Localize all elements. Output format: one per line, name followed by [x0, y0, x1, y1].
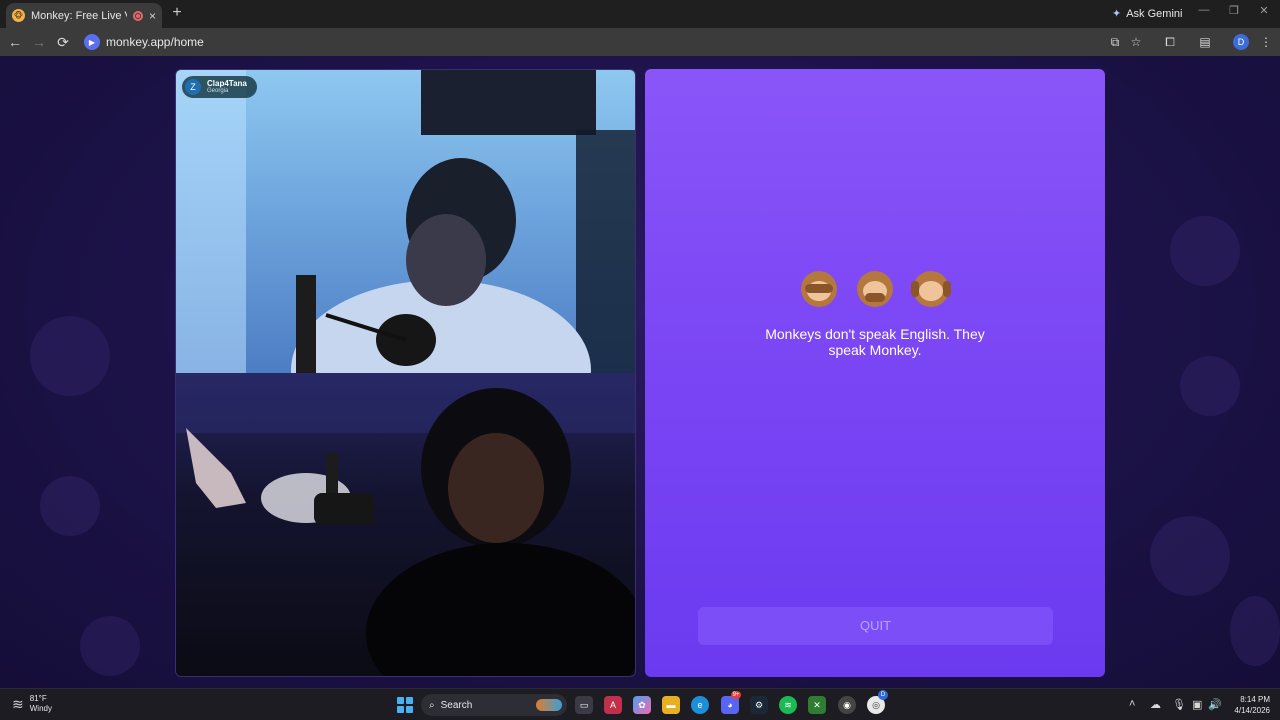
background-monkey-pattern [80, 616, 140, 676]
volume-icon[interactable]: 🔊 [1208, 698, 1222, 711]
taskbar-search[interactable]: ⌕ Search [421, 694, 567, 716]
background-monkey-pattern [30, 316, 110, 396]
cast-icon[interactable]: ⧉ [1107, 34, 1123, 50]
video-panel: Z Clap4Tana Georgia [175, 69, 636, 677]
bookmark-star-icon[interactable]: ☆ [1128, 34, 1144, 50]
chat-panel: Monkeys don't speak English. They speak … [645, 69, 1105, 677]
ask-gemini-label: Ask Gemini [1126, 7, 1183, 20]
peer-avatar: Z [185, 79, 201, 95]
chat-message: Monkeys don't speak English. They speak … [765, 326, 985, 358]
microphone-icon[interactable]: 🎙 [1172, 698, 1186, 711]
close-tab-icon[interactable]: × [149, 9, 156, 23]
local-video-frame [176, 373, 635, 676]
system-clock[interactable]: 8:14 PM 4/14/2026 [1228, 694, 1270, 716]
ask-gemini-button[interactable]: ✦ Ask Gemini [1104, 4, 1190, 23]
steam-icon[interactable]: ⚙ [750, 696, 768, 714]
affinity-app-icon[interactable]: A [604, 696, 622, 714]
back-button[interactable]: ← [6, 33, 24, 51]
hear-no-evil-monkey-icon [911, 269, 951, 309]
tray-overflow-icon[interactable]: ˄ [1129, 698, 1135, 710]
edge-icon[interactable]: e [691, 696, 709, 714]
quit-button[interactable]: QUIT [698, 607, 1053, 645]
reload-button[interactable]: ⟳ [54, 33, 72, 51]
new-tab-button[interactable]: + [168, 4, 186, 22]
browser-tab-strip: 🐵 Monkey: Free Live Video Chat × + ✦ Ask… [0, 0, 1280, 28]
windows-start-button[interactable] [397, 697, 413, 713]
monkey-app-page: Z Clap4Tana Georgia Monkeys don't speak … [0, 56, 1280, 688]
background-monkey-pattern [40, 476, 100, 536]
browser-toolbar: ← → ⟳ ▶ monkey.app/home ⧉ ☆ ⧠ ▤ D ⋮ [0, 28, 1280, 56]
copilot-icon[interactable]: ✿ [633, 696, 651, 714]
browser-menu-icon[interactable]: ⋮ [1258, 34, 1274, 50]
wind-icon: ≋ [12, 695, 24, 712]
background-monkey-pattern [1150, 516, 1230, 596]
address-bar[interactable]: ▶ monkey.app/home [80, 31, 1080, 53]
search-label: Search [440, 699, 473, 711]
extensions-icon[interactable]: ⧠ [1162, 34, 1178, 50]
clock-date: 4/14/2026 [1234, 706, 1270, 715]
xbox-icon[interactable]: ✕ [808, 696, 826, 714]
restore-window-button[interactable]: ❐ [1226, 4, 1242, 17]
recording-indicator-icon [132, 10, 143, 21]
spotify-icon[interactable]: ≋ [779, 696, 797, 714]
weather-widget[interactable]: ≋ 81°F Windy [12, 694, 52, 714]
minimize-window-button[interactable]: — [1196, 4, 1212, 16]
background-monkey-pattern [1180, 356, 1240, 416]
url-text: monkey.app/home [106, 35, 204, 49]
chrome-profile-badge: D [878, 690, 888, 700]
forward-button[interactable]: → [30, 33, 48, 51]
site-info-icon[interactable]: ▶ [84, 34, 100, 50]
obs-icon[interactable]: ◉ [838, 696, 856, 714]
close-window-button[interactable]: ✕ [1256, 4, 1272, 17]
background-monkey-pattern [1170, 216, 1240, 286]
weather-description: Windy [29, 704, 52, 713]
onedrive-icon[interactable]: ☁ [1150, 698, 1161, 711]
weather-temperature: 81°F [29, 694, 47, 703]
tab-title: Monkey: Free Live Video Chat [31, 9, 127, 22]
task-view-icon[interactable]: ▭ [575, 696, 593, 714]
search-highlight-art [536, 699, 562, 711]
peer-location: Georgia [207, 88, 229, 94]
remote-video-frame [176, 70, 635, 373]
browser-tab-active[interactable]: 🐵 Monkey: Free Live Video Chat × [6, 3, 162, 28]
side-panel-icon[interactable]: ▤ [1197, 34, 1213, 50]
monkey-favicon-icon: 🐵 [12, 9, 25, 22]
network-icon[interactable]: ▣ [1192, 698, 1202, 711]
discord-notification-badge: 9+ [731, 691, 741, 699]
search-icon: ⌕ [429, 699, 435, 711]
file-explorer-icon[interactable]: ▬ [662, 696, 680, 714]
monkey-emoji-row [645, 269, 1105, 309]
remote-video-feed: Z Clap4Tana Georgia [176, 70, 635, 373]
gemini-sparkle-icon: ✦ [1112, 8, 1122, 20]
clock-time: 8:14 PM [1240, 695, 1270, 704]
background-monkey-pattern [1230, 596, 1280, 666]
peer-name: Clap4Tana [207, 79, 247, 88]
speak-no-evil-monkey-icon [855, 269, 895, 309]
profile-avatar[interactable]: D [1233, 34, 1249, 50]
remote-peer-badge[interactable]: Z Clap4Tana Georgia [182, 76, 257, 98]
windows-taskbar: ≋ 81°F Windy ⌕ Search ▭ A ✿ ▬ e ◕ 9+ ⚙ ≋… [0, 688, 1280, 720]
see-no-evil-monkey-icon [799, 269, 839, 309]
local-video-feed [176, 373, 635, 676]
